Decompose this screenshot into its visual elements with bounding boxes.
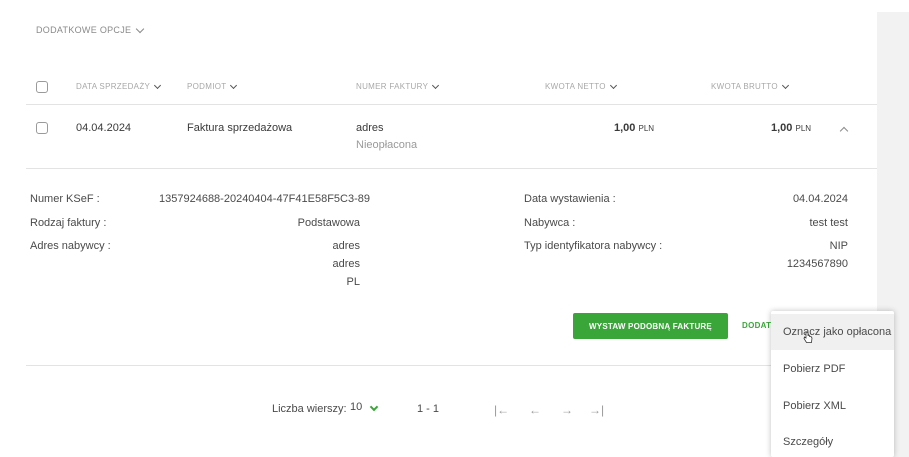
buyer-value: test test (809, 217, 848, 229)
chevron-down-icon (609, 81, 617, 89)
chevron-down-icon (432, 81, 440, 89)
first-page-icon[interactable]: |← (494, 403, 509, 417)
issue-similar-invoice-button[interactable]: WYSTAW PODOBNĄ FAKTURĘ (573, 313, 728, 339)
column-header-type[interactable]: PODMIOT (187, 81, 238, 91)
hand-cursor-icon (803, 331, 813, 343)
rows-per-page-label: Liczba wierszy: (272, 403, 347, 415)
issue-date-label: Data wystawienia : (524, 193, 616, 205)
column-header-date[interactable]: DATA SPRZEDAŻY (76, 81, 162, 91)
ksef-value: 1357924688-20240404-47F41E58F5C3-89 (159, 193, 371, 205)
additional-options-dropdown[interactable]: DODATKOWE OPCJE (36, 24, 145, 35)
divider (26, 104, 877, 105)
menu-item-mark-paid[interactable]: Oznacz jako opłacona (771, 314, 894, 350)
issue-date-value: 04.04.2024 (792, 193, 848, 205)
more-options-link[interactable]: DODAT (742, 321, 771, 330)
row-status: Nieopłacona (356, 139, 418, 151)
chevron-down-icon (370, 402, 379, 412)
buyer-address-line: adres (332, 258, 360, 270)
chevron-down-icon (781, 81, 789, 89)
next-page-icon[interactable]: → (561, 403, 573, 417)
menu-item-download-xml[interactable]: Pobierz XML (771, 388, 894, 424)
column-header-net[interactable]: KWOTA NETTO (545, 81, 617, 91)
buyer-address-label: Adres nabywcy : (30, 240, 111, 252)
menu-item-details[interactable]: Szczegóły (771, 424, 894, 457)
ksef-label: Numer KSeF : (30, 193, 100, 205)
last-page-icon[interactable]: →| (589, 403, 604, 417)
row-net-amount: 1,00 PLN (614, 122, 655, 134)
collapse-row-icon[interactable] (839, 126, 849, 136)
column-header-gross[interactable]: KWOTA BRUTTO (711, 81, 789, 91)
buyer-id-type-label: Typ identyfikatora nabywcy : (524, 240, 663, 252)
invoice-kind-value: Podstawowa (297, 217, 360, 229)
divider (26, 168, 877, 169)
rows-per-page-value: 10 (350, 401, 363, 413)
buyer-address-country: PL (346, 276, 360, 288)
invoice-kind-label: Rodzaj faktury : (30, 217, 107, 229)
chevron-down-icon (154, 81, 162, 89)
row-gross-amount: 1,00 PLN (771, 122, 812, 134)
additional-options-label: DODATKOWE OPCJE (36, 25, 132, 35)
page-range: 1 - 1 (417, 403, 440, 415)
divider (26, 365, 771, 366)
row-checkbox[interactable] (36, 122, 48, 134)
buyer-id-type-value: NIP (829, 240, 848, 252)
buyer-id-value: 1234567890 (786, 258, 848, 270)
buyer-address-line: adres (332, 240, 360, 252)
row-type: Faktura sprzedażowa (187, 122, 293, 134)
rows-per-page-select[interactable]: 10 (350, 401, 379, 413)
prev-page-icon[interactable]: ← (529, 403, 541, 417)
chevron-down-icon (136, 24, 145, 33)
column-header-number[interactable]: NUMER FAKTURY (356, 81, 440, 91)
chevron-down-icon (230, 81, 238, 89)
more-options-menu: Oznacz jako opłacona Pobierz PDF Pobierz… (771, 311, 894, 457)
select-all-checkbox[interactable] (36, 81, 48, 93)
buyer-label: Nabywca : (524, 217, 576, 229)
row-number: adres (356, 122, 384, 134)
menu-item-download-pdf[interactable]: Pobierz PDF (771, 351, 894, 387)
row-date: 04.04.2024 (76, 122, 132, 134)
